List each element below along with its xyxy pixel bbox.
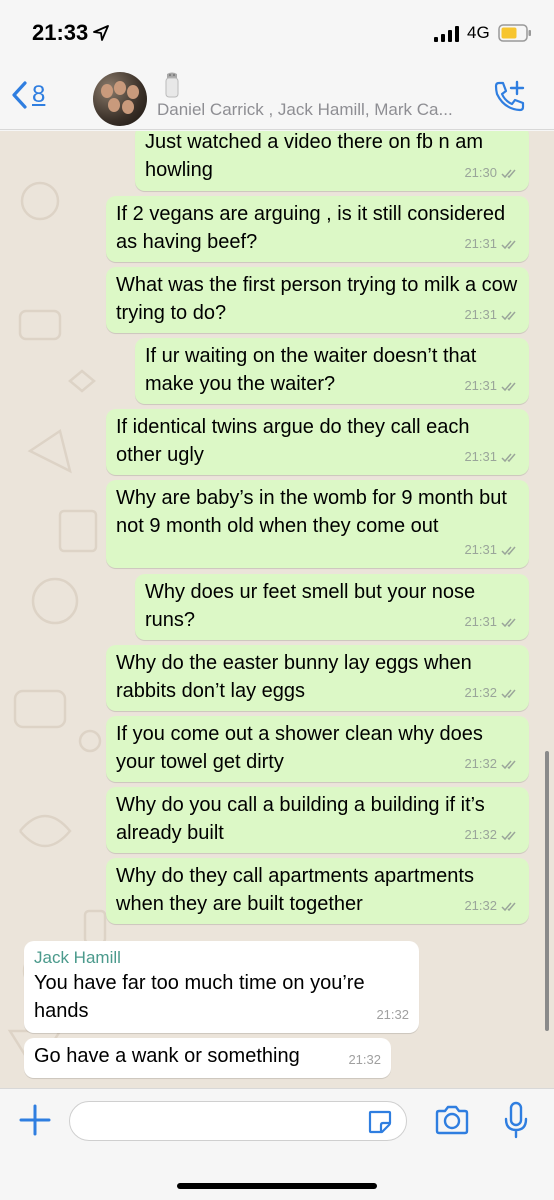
message-time: 21:31 xyxy=(464,236,497,251)
message-time: 21:31 xyxy=(464,378,497,393)
microphone-icon[interactable] xyxy=(504,1101,528,1139)
message-text: Go have a wank or something xyxy=(34,1045,300,1067)
camera-icon[interactable] xyxy=(434,1105,470,1135)
sticker-icon[interactable] xyxy=(367,1109,393,1135)
message-meta: 21:31 xyxy=(464,230,519,258)
message-time: 21:32 xyxy=(464,756,497,771)
message-meta: 21:31 xyxy=(464,301,519,329)
double-check-icon xyxy=(501,689,516,698)
battery-icon xyxy=(498,24,531,42)
status-bar: 21:33 4G xyxy=(0,0,554,64)
double-check-icon xyxy=(501,831,516,840)
double-check-icon xyxy=(501,382,516,391)
message-time: 21:32 xyxy=(464,827,497,842)
message-meta: 21:31 xyxy=(464,443,519,471)
sender-name[interactable]: Jack Hamill xyxy=(24,941,419,969)
chat-header: 8 Daniel Carrick , Jack Hamill, Mark Ca.… xyxy=(0,64,554,130)
message-bubble-outgoing[interactable]: Why do you call a building a building if… xyxy=(106,787,529,853)
message-time: 21:32 xyxy=(464,898,497,913)
message-bubble-outgoing[interactable]: Why do they call apartments apartments w… xyxy=(106,858,529,924)
chat-area[interactable]: Just watched a video there on fb n am ho… xyxy=(0,131,554,1088)
message-meta: 21:32 xyxy=(464,679,519,707)
plus-icon[interactable] xyxy=(18,1103,52,1137)
message-time: 21:31 xyxy=(464,449,497,464)
unread-count: 8 xyxy=(32,81,46,108)
message-bubble-incoming[interactable]: Go have a wank or something 21:32 xyxy=(24,1038,391,1078)
message-meta: 21:31 xyxy=(464,372,519,400)
message-meta: 21:32 xyxy=(376,1001,409,1029)
location-arrow-icon xyxy=(93,25,109,41)
message-text: You have far too much time on you’re han… xyxy=(34,972,365,1022)
message-bubble-outgoing[interactable]: If ur waiting on the waiter doesn’t that… xyxy=(135,338,529,404)
message-meta: 21:30 xyxy=(464,159,519,187)
message-meta: 21:32 xyxy=(464,750,519,778)
double-check-icon xyxy=(501,618,516,627)
message-time: 21:32 xyxy=(376,1007,409,1022)
message-input[interactable] xyxy=(69,1101,407,1141)
message-meta: 21:31 xyxy=(464,536,519,564)
message-time: 21:31 xyxy=(464,614,497,629)
message-time: 21:30 xyxy=(464,165,497,180)
status-time: 21:33 xyxy=(32,20,89,45)
message-bubble-outgoing[interactable]: If 2 vegans are arguing , is it still co… xyxy=(106,196,529,262)
group-members[interactable]: Daniel Carrick , Jack Hamill, Mark Ca... xyxy=(157,100,482,120)
scrollbar[interactable] xyxy=(545,751,549,1031)
double-check-icon xyxy=(501,902,516,911)
salt-shaker-icon xyxy=(165,72,179,98)
message-meta: 21:32 xyxy=(348,1046,381,1074)
double-check-icon xyxy=(501,169,516,178)
message-bubble-outgoing[interactable]: If identical twins argue do they call ea… xyxy=(106,409,529,475)
message-bubble-outgoing[interactable]: Just watched a video there on fb n am ho… xyxy=(135,131,529,191)
message-time: 21:32 xyxy=(464,685,497,700)
signal-icon xyxy=(434,26,459,42)
message-time: 21:31 xyxy=(464,307,497,322)
message-time: 21:31 xyxy=(464,542,497,557)
network-label: 4G xyxy=(467,23,490,42)
add-call-icon[interactable] xyxy=(492,80,528,114)
double-check-icon xyxy=(501,760,516,769)
double-check-icon xyxy=(501,240,516,249)
back-chevron-icon xyxy=(12,81,27,109)
double-check-icon xyxy=(501,311,516,320)
double-check-icon xyxy=(501,453,516,462)
message-bubble-incoming[interactable]: Jack Hamill You have far too much time o… xyxy=(24,941,419,1033)
message-time: 21:32 xyxy=(348,1052,381,1067)
message-meta: 21:32 xyxy=(464,892,519,920)
double-check-icon xyxy=(501,546,516,555)
message-bubble-outgoing[interactable]: Why does ur feet smell but your nose run… xyxy=(135,574,529,640)
home-indicator[interactable] xyxy=(177,1183,377,1189)
message-bubble-outgoing[interactable]: Why are baby’s in the womb for 9 month b… xyxy=(106,480,529,568)
message-bubble-outgoing[interactable]: What was the first person trying to milk… xyxy=(106,267,529,333)
message-text: Why are baby’s in the womb for 9 month b… xyxy=(116,487,507,537)
message-bubble-outgoing[interactable]: Why do the easter bunny lay eggs when ra… xyxy=(106,645,529,711)
message-meta: 21:31 xyxy=(464,608,519,636)
message-meta: 21:32 xyxy=(464,821,519,849)
message-bubble-outgoing[interactable]: If you come out a shower clean why does … xyxy=(106,716,529,782)
group-avatar[interactable] xyxy=(93,72,147,126)
back-button[interactable]: 8 xyxy=(10,80,45,110)
